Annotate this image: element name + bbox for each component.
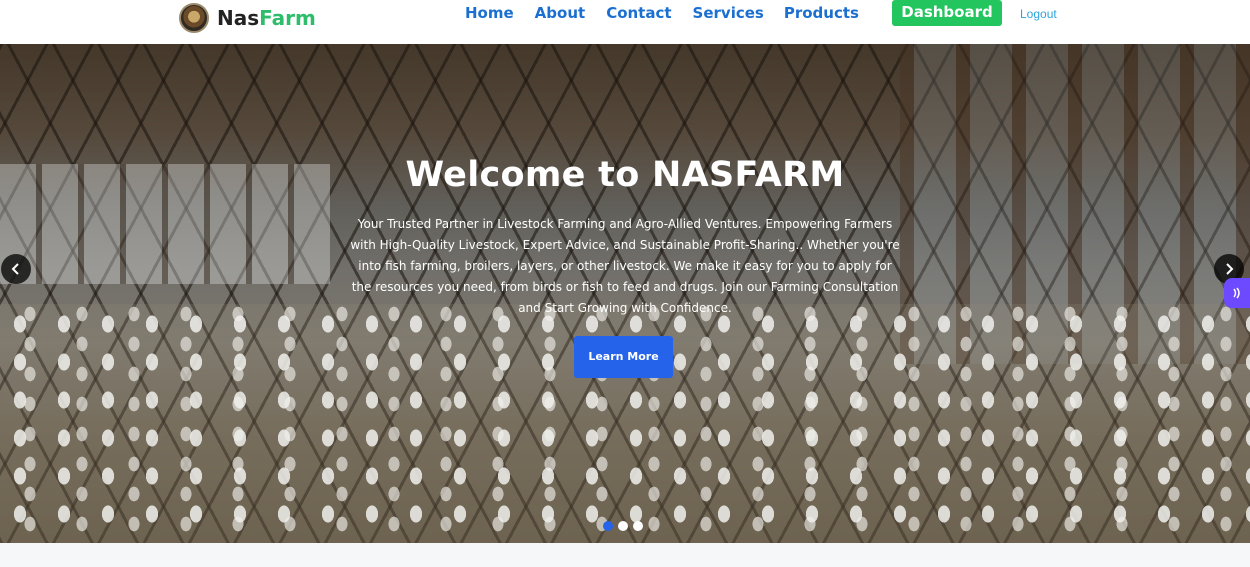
brand-name-part1: Nas xyxy=(217,6,260,30)
chat-widget-icon xyxy=(1233,287,1240,299)
site-header: NasFarm Home About Contact Services Prod… xyxy=(0,0,1250,44)
hero-title: Welcome to NASFARM xyxy=(405,155,845,195)
chevron-left-icon xyxy=(11,263,19,275)
carousel-indicators xyxy=(603,521,643,531)
nav-contact-link[interactable]: Contact xyxy=(606,4,671,22)
learn-more-button[interactable]: Learn More xyxy=(574,336,673,378)
brand-name-part2: Farm xyxy=(259,6,316,30)
hero-description: Your Trusted Partner in Livestock Farmin… xyxy=(350,217,900,315)
brand-name: NasFarm xyxy=(217,6,316,30)
nav-services-link[interactable]: Services xyxy=(693,4,764,22)
chat-widget-button[interactable] xyxy=(1224,278,1250,308)
nav-products-link[interactable]: Products xyxy=(784,4,859,22)
nav-about-link[interactable]: About xyxy=(535,4,586,22)
brand-logo[interactable]: NasFarm xyxy=(179,3,316,33)
carousel-dot-2[interactable] xyxy=(618,521,628,531)
chevron-right-icon xyxy=(1226,263,1234,275)
dashboard-button[interactable]: Dashboard xyxy=(892,0,1002,26)
nav-home-link[interactable]: Home xyxy=(465,4,514,22)
carousel-dot-3[interactable] xyxy=(633,521,643,531)
logo-emblem-icon xyxy=(179,3,209,33)
hero-carousel: Welcome to NASFARM Your Trusted Partner … xyxy=(0,44,1250,543)
next-section xyxy=(0,543,1250,567)
logout-link[interactable]: Logout xyxy=(1020,7,1057,21)
carousel-prev-button[interactable] xyxy=(1,254,31,284)
carousel-dot-1[interactable] xyxy=(603,521,613,531)
main-nav: Home About Contact Services Products xyxy=(465,4,859,22)
